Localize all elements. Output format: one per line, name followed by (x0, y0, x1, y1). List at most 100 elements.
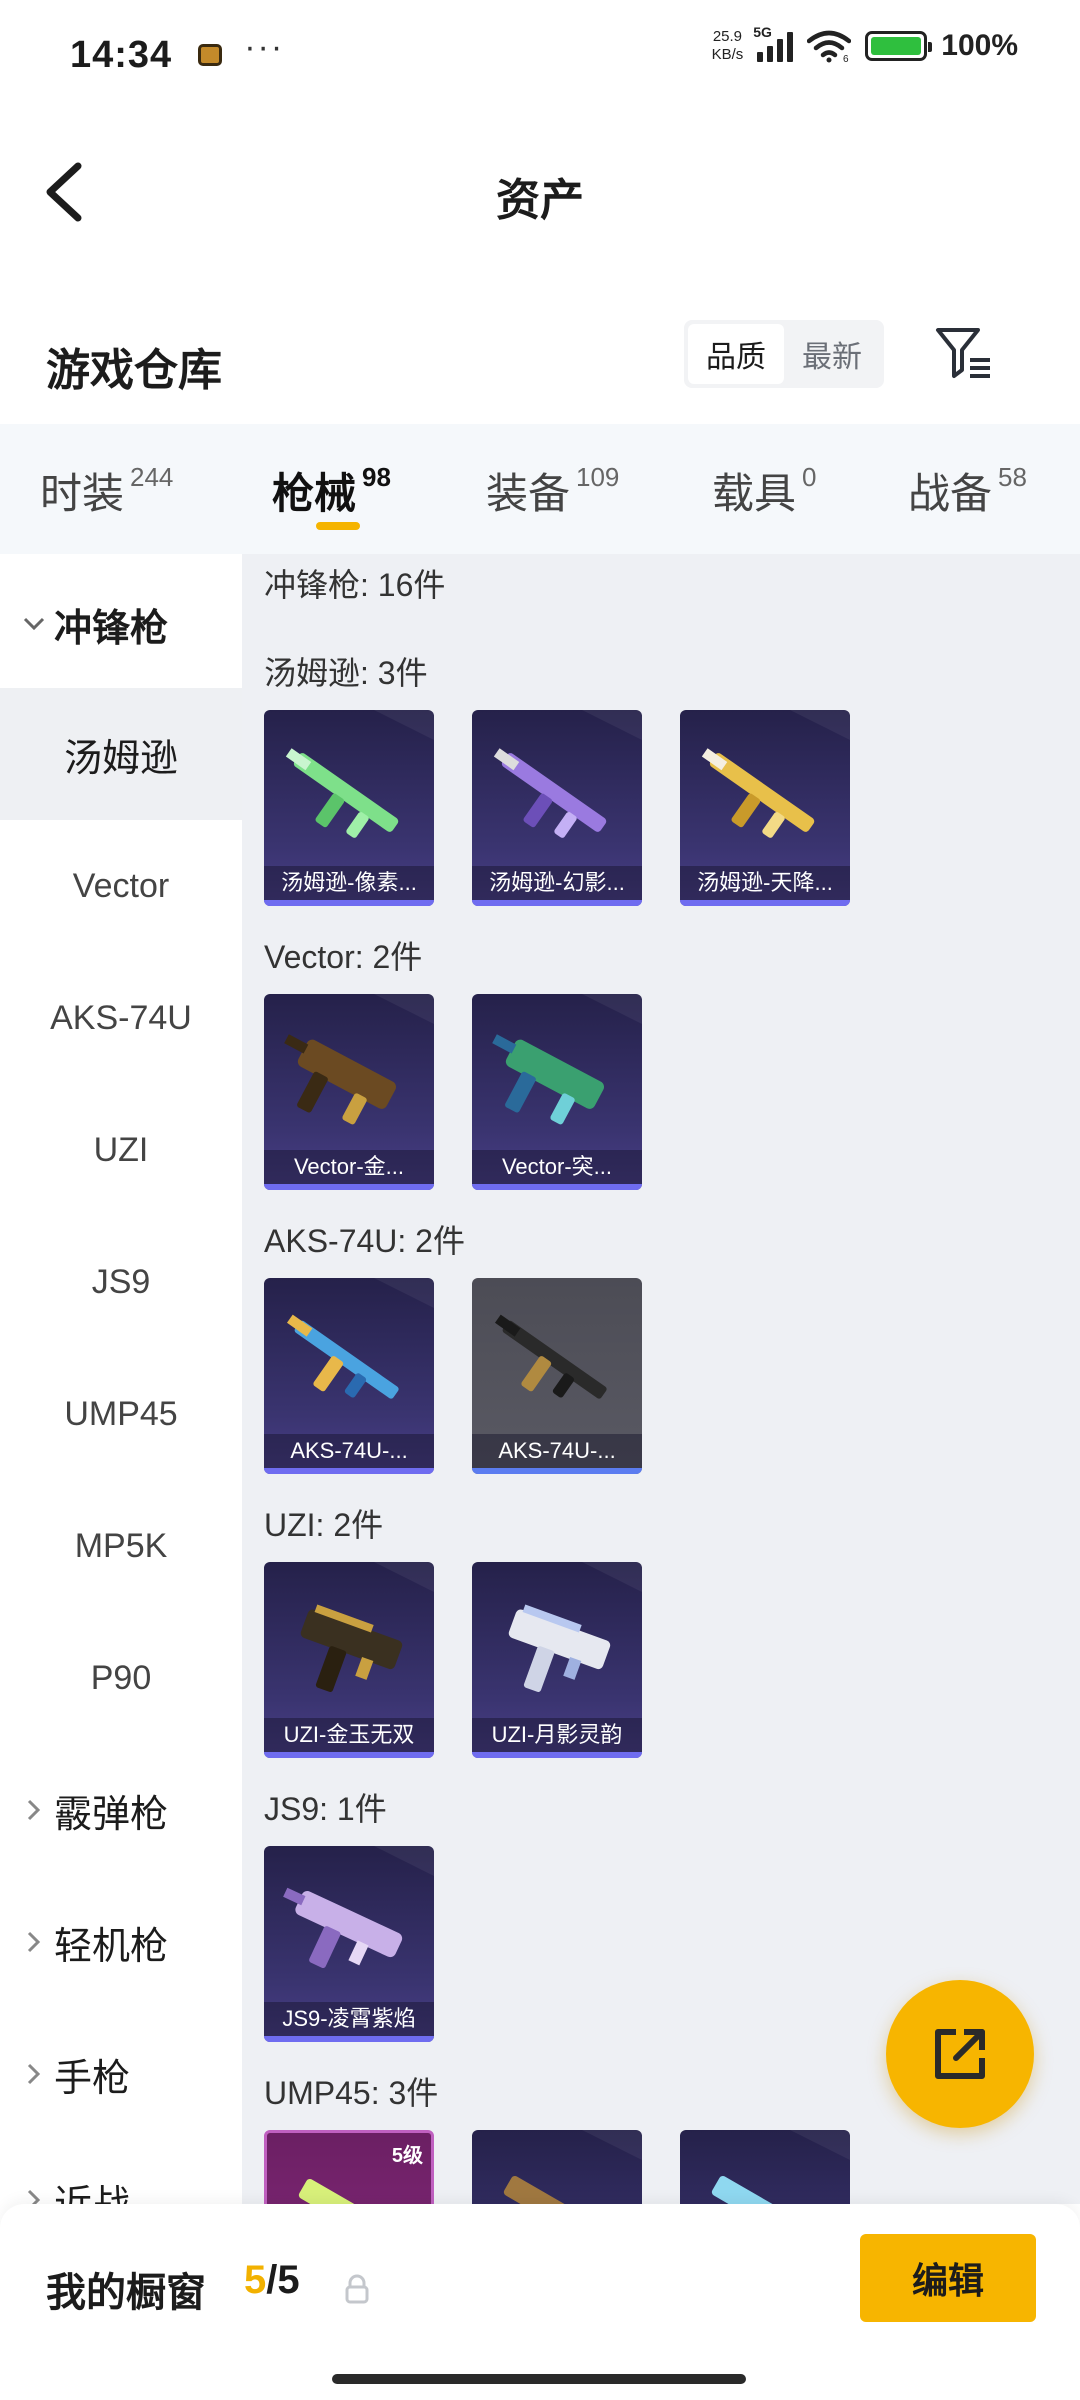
item-name: 汤姆逊-幻影... (472, 866, 642, 900)
rarity-bar (264, 1752, 434, 1758)
tab-label: 枪械 (272, 470, 357, 517)
net-speed-unit: KB/s (711, 46, 744, 63)
gun-thompson-icon (285, 748, 399, 838)
sidebar-item-vector[interactable]: Vector (0, 820, 242, 952)
rarity-bar (472, 1184, 642, 1190)
tab-label: 装备 (486, 470, 571, 517)
item-card[interactable]: UZI-月影灵韵 (472, 1562, 642, 1758)
net-speed: 25.9 KB/s (712, 28, 744, 64)
tab-equipment[interactable]: 装备 109 (486, 460, 619, 521)
section-title: AKS-74U: 2件 (264, 1223, 465, 1259)
item-name: UZI-月影灵韵 (472, 1718, 642, 1752)
rarity-bar (264, 2036, 434, 2042)
gun-ump45-icon (298, 2178, 403, 2204)
section-title: Vector: 2件 (264, 939, 423, 975)
sidebar-item-js9[interactable]: JS9 (0, 1216, 242, 1348)
tab-count: 0 (802, 462, 817, 492)
tab-count: 244 (130, 462, 174, 492)
rarity-bar (264, 900, 434, 906)
more-notifications-icon: ··· (244, 28, 285, 66)
item-card[interactable]: AKS-74U-... (472, 1278, 642, 1474)
home-indicator[interactable] (332, 2374, 746, 2384)
status-indicators: 25.9 KB/s 5G 6 100% (712, 24, 1018, 64)
section-title: UZI: 2件 (264, 1507, 384, 1543)
battery-percent: 100% (941, 29, 1018, 62)
gun-thompson-icon (701, 748, 815, 838)
sidebar-group-lmg[interactable]: 轻机枪 (0, 1892, 242, 1992)
item-name: 汤姆逊-像素... (264, 866, 434, 900)
item-card[interactable]: AKS-74U-... (264, 1278, 434, 1474)
item-card[interactable]: 汤姆逊-幻影... (472, 710, 642, 906)
item-name: JS9-凌霄紫焰 (264, 2002, 434, 2036)
signal-icon: 5G (753, 24, 794, 62)
sidebar-item-ump45[interactable]: UMP45 (0, 1348, 242, 1480)
status-bar: 14:34 ··· 25.9 KB/s 5G 6 100% (0, 0, 1080, 110)
tab-vehicles[interactable]: 载具 0 (712, 460, 816, 521)
share-external-icon (935, 2029, 985, 2079)
gun-thompson-icon (493, 748, 607, 838)
tab-firearms[interactable]: 枪械 98 (272, 460, 391, 521)
showcase-label: 我的橱窗 (46, 2271, 206, 2315)
section-title: JS9: 1件 (264, 1791, 387, 1827)
item-name: Vector-突... (472, 1150, 642, 1184)
gun-js9-icon (283, 1887, 403, 1969)
item-card[interactable]: 汤姆逊-像素... (264, 710, 434, 906)
status-time: 14:34 (70, 33, 173, 76)
tab-fashion[interactable]: 时装 244 (40, 460, 173, 521)
gun-uzi-icon (300, 1604, 403, 1692)
item-card[interactable]: JS9-凌霄紫焰 (264, 1846, 434, 2042)
edit-button[interactable]: 编辑 (860, 2234, 1036, 2322)
sort-option-quality[interactable]: 品质 (688, 324, 784, 384)
tab-count: 109 (576, 462, 620, 492)
filter-icon[interactable] (934, 324, 994, 384)
sort-option-newest[interactable]: 最新 (784, 324, 880, 384)
chevron-right-icon (14, 1930, 54, 1954)
gun-vector-icon (492, 1034, 605, 1125)
sidebar-group-smg[interactable]: 冲锋枪 (0, 574, 242, 674)
tab-label: 载具 (712, 470, 797, 517)
warehouse-title: 游戏仓库 (46, 346, 222, 395)
section-title: 汤姆逊: 3件 (264, 655, 428, 691)
item-card[interactable]: Vector-突... (472, 994, 642, 1190)
item-card[interactable] (680, 2130, 850, 2204)
sidebar-group-shotgun[interactable]: 霰弹枪 (0, 1760, 242, 1860)
item-card[interactable]: 5级 (264, 2130, 434, 2204)
gun-ump45-icon (503, 2175, 608, 2204)
sidebar-item-p90[interactable]: P90 (0, 1612, 242, 1744)
sidebar-group-pistol[interactable]: 手枪 (0, 2024, 242, 2124)
item-card[interactable] (472, 2130, 642, 2204)
showcase-count: 5/5 (244, 2258, 300, 2303)
sidebar-item-aks74u[interactable]: AKS-74U (0, 952, 242, 1084)
chevron-right-icon (14, 2062, 54, 2086)
item-card[interactable]: 汤姆逊-天降... (680, 710, 850, 906)
showcase-current: 5 (244, 2258, 267, 2302)
gun-vector-icon (284, 1034, 397, 1125)
sidebar-item-mp5k[interactable]: MP5K (0, 1480, 242, 1612)
sidebar-item-uzi[interactable]: UZI (0, 1084, 242, 1216)
sidebar-group-label: 轻机枪 (54, 1925, 169, 1968)
sidebar: 冲锋枪 汤姆逊 Vector AKS-74U UZI JS9 UMP45 MP5… (0, 554, 242, 2226)
tab-label: 战备 (908, 470, 993, 517)
rarity-bar (472, 1752, 642, 1758)
rarity-bar (680, 900, 850, 906)
category-summary: 冲锋枪: 16件 (264, 567, 446, 603)
sidebar-group-label: 手枪 (54, 2057, 131, 2100)
tab-count: 98 (362, 462, 391, 492)
page-title: 资产 (496, 176, 584, 225)
active-tab-indicator (316, 522, 360, 530)
chevron-down-icon (14, 616, 54, 632)
gun-aks74u-icon (494, 1314, 607, 1399)
sidebar-item-thompson[interactable]: 汤姆逊 (0, 688, 242, 820)
item-card[interactable]: UZI-金玉无双 (264, 1562, 434, 1758)
rarity-bar (472, 1468, 642, 1474)
item-card[interactable]: Vector-金... (264, 994, 434, 1190)
gun-aks74u-icon (286, 1314, 399, 1399)
rarity-bar (472, 900, 642, 906)
wifi-sub: 6 (843, 54, 849, 63)
lock-icon (345, 2274, 369, 2304)
tab-supplies[interactable]: 战备 58 (908, 460, 1027, 521)
item-name: AKS-74U-... (264, 1434, 434, 1468)
share-button[interactable] (886, 1980, 1034, 2128)
item-name: 汤姆逊-天降... (680, 866, 850, 900)
net-speed-value: 25.9 (712, 28, 743, 45)
